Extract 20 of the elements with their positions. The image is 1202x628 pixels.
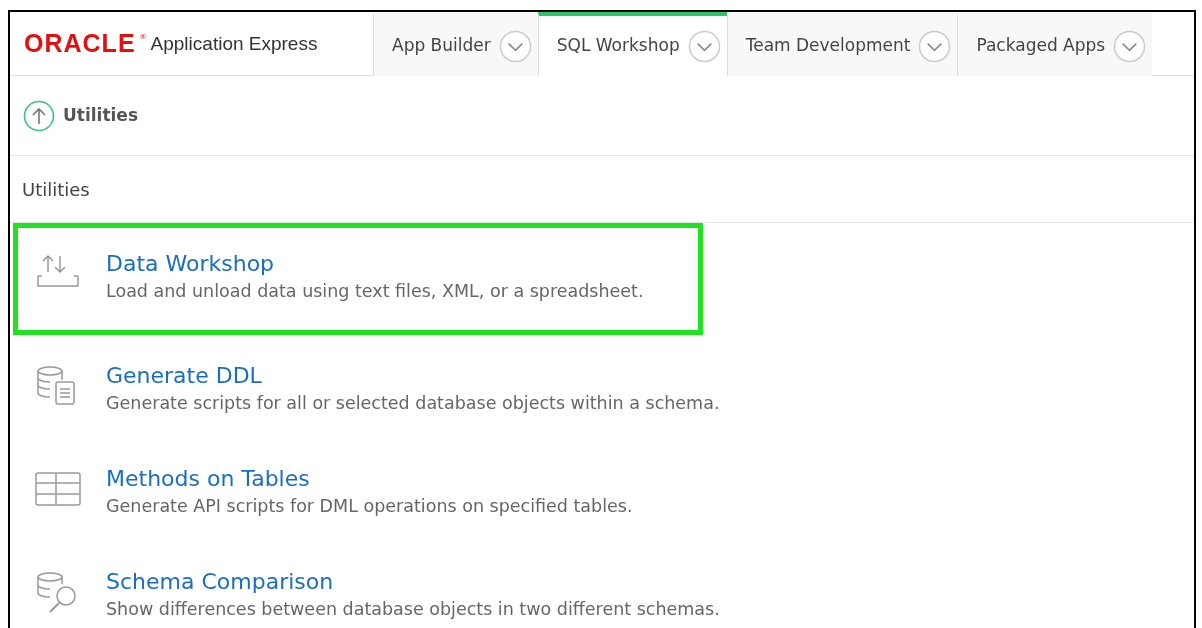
nav-tab[interactable]: SQL Workshop <box>537 12 727 76</box>
region-title: Utilities <box>10 156 1194 223</box>
chevron-down-icon[interactable] <box>1113 29 1147 63</box>
item-title-link[interactable]: Generate DDL <box>106 362 262 391</box>
item-title-link[interactable]: Methods on Tables <box>106 465 310 494</box>
item-description: Load and unload data using text files, XML, or a spreadsheet. <box>106 279 644 303</box>
item-description: Generate scripts for all or selected database objects within a schema. <box>106 391 720 415</box>
chevron-down-icon[interactable] <box>498 29 532 63</box>
item-description: Show differences between database objects in two different schemas. <box>106 597 720 621</box>
item-description: Generate API scripts for DML operations on specified tables. <box>106 494 633 518</box>
breadcrumb-label: Utilities <box>63 103 138 127</box>
item-title-link[interactable]: Data Workshop <box>106 250 275 279</box>
item-title-link[interactable]: Schema Comparison <box>106 568 334 597</box>
nav-tab[interactable]: App Builder <box>373 12 538 76</box>
nav-tab[interactable]: Packaged Apps <box>957 12 1153 76</box>
chevron-down-icon[interactable] <box>918 29 952 63</box>
chevron-down-icon[interactable] <box>687 29 721 63</box>
nav-tab[interactable]: Team Development <box>726 12 958 76</box>
product-name: Application Express <box>150 34 318 53</box>
logo-wordmark: ORACLE <box>24 31 136 56</box>
